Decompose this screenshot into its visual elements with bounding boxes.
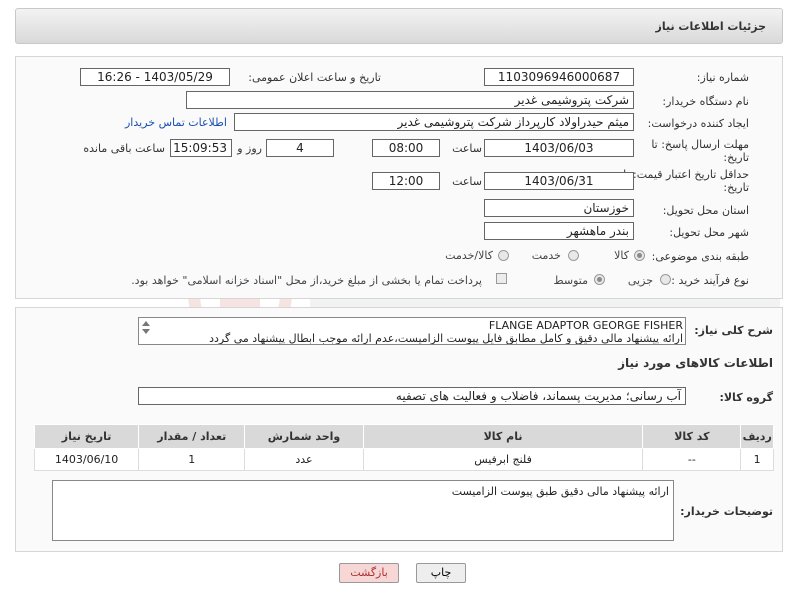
purchase-medium-text: متوسط (553, 274, 588, 287)
creator-field[interactable]: میثم حیدراولاد کارپرداز شرکت پتروشیمی غد… (234, 113, 634, 131)
table-header-row: ردیف کد کالا نام کالا واحد شمارش تعداد /… (33, 424, 774, 449)
cell-code: -- (642, 448, 742, 471)
scroll-down-icon[interactable] (142, 329, 150, 334)
creator-label: ایجاد کننده درخواست: (647, 117, 749, 130)
print-button[interactable]: چاپ (416, 563, 466, 583)
table-row[interactable]: 1 -- فلنج ابرفیس عدد 1 1403/06/10 (33, 448, 774, 471)
cell-qty: 1 (138, 448, 246, 471)
remaining-label: ساعت باقی مانده (83, 142, 165, 155)
validity-label-date: تاریخ: (723, 181, 749, 194)
purchase-minor-text: جزیی (627, 274, 653, 287)
cell-row: 1 (740, 448, 774, 471)
city-label: شهر محل تحویل: (669, 226, 749, 239)
days-label: روز و (237, 142, 262, 155)
cell-name: فلنج ابرفیس (362, 448, 644, 471)
category-radio-goods[interactable] (634, 250, 645, 261)
general-desc-textarea[interactable]: FLANGE ADAPTOR GEORGE FISHER ارائه پیشنه… (138, 317, 686, 345)
buyer-notes-textarea[interactable]: ارائه پیشنهاد مالی دقیق طبق پیوست الزامی… (52, 480, 674, 541)
city-field[interactable]: بندر ماهشهر (484, 222, 634, 240)
col-date: تاریخ نیاز (33, 424, 140, 449)
col-unit: واحد شمارش (244, 424, 364, 449)
purchase-type-label: نوع فرآیند خرید : (671, 274, 749, 287)
desc-line-2: ارائه پیشنهاد مالی دقیق و کامل مطابق فای… (209, 332, 683, 345)
buyer-notes-label: توضیحات خریدار: (680, 505, 773, 518)
category-service-text: خدمت (531, 249, 561, 262)
goods-group-label: گروه کالا: (719, 391, 773, 404)
category-radio-service[interactable] (568, 250, 579, 261)
need-number-field[interactable]: 1103096946000687 (484, 68, 634, 86)
deadline-time-field[interactable]: 08:00 (372, 139, 440, 157)
purchase-radio-medium[interactable] (594, 274, 605, 285)
back-button[interactable]: بازگشت (339, 563, 399, 583)
general-desc-label: شرح کلی نیاز: (694, 324, 773, 337)
cell-unit: عدد (244, 448, 364, 471)
need-number-label: شماره نیاز: (696, 71, 749, 84)
col-name: نام کالا (362, 424, 644, 449)
goods-group-field[interactable]: آب رسانی؛ مدیریت پسماند، فاضلاب و فعالیت… (138, 387, 686, 405)
cell-date: 1403/06/10 (33, 448, 140, 471)
buyer-org-field[interactable]: شرکت پتروشیمی غدیر (186, 91, 634, 109)
deadline-time-label: ساعت (452, 142, 482, 155)
col-row: ردیف (740, 424, 774, 449)
goods-info-title: اطلاعات کالاهای مورد نیاز (618, 356, 773, 370)
page-title: جزئیات اطلاعات نیاز (655, 20, 767, 33)
col-code: کد کالا (642, 424, 742, 449)
category-label: طبقه بندی موضوعی: (651, 250, 749, 263)
desc-line-1: FLANGE ADAPTOR GEORGE FISHER (488, 319, 683, 332)
deadline-label: مهلت ارسال پاسخ: تا (651, 138, 749, 151)
category-goods-text: کالا (614, 249, 629, 262)
remaining-time-field[interactable]: 15:09:53 (170, 139, 232, 157)
announce-datetime-field[interactable]: 1403/05/29 - 16:26 (80, 68, 230, 86)
category-radio-goods-service[interactable] (498, 250, 509, 261)
days-remaining-field[interactable]: 4 (266, 139, 334, 157)
col-qty: تعداد / مقدار (138, 424, 246, 449)
page-header: جزئیات اطلاعات نیاز (15, 8, 783, 44)
validity-time-label: ساعت (452, 175, 482, 188)
deadline-date-field[interactable]: 1403/06/03 (484, 139, 634, 157)
province-field[interactable]: خوزستان (484, 199, 634, 217)
validity-date-field[interactable]: 1403/06/31 (484, 172, 634, 190)
scroll-up-icon[interactable] (142, 321, 150, 326)
validity-label: حداقل تاریخ اعتبار قیمت: تا (623, 168, 749, 181)
purchase-radio-minor[interactable] (660, 274, 671, 285)
validity-time-field[interactable]: 12:00 (372, 172, 440, 190)
announce-label: تاریخ و ساعت اعلان عمومی: (248, 71, 381, 84)
deadline-label-date: تاریخ: (723, 151, 749, 164)
payment-note: پرداخت تمام یا بخشی از مبلغ خرید،از محل … (131, 274, 482, 287)
goods-table: ردیف کد کالا نام کالا واحد شمارش تعداد /… (33, 424, 774, 471)
category-goods-service-text: کالا/خدمت (445, 249, 493, 262)
buyer-org-label: نام دستگاه خریدار: (662, 95, 749, 108)
buyer-contact-link[interactable]: اطلاعات تماس خریدار (125, 116, 227, 129)
province-label: استان محل تحویل: (662, 204, 749, 217)
treasury-checkbox[interactable] (496, 273, 507, 284)
